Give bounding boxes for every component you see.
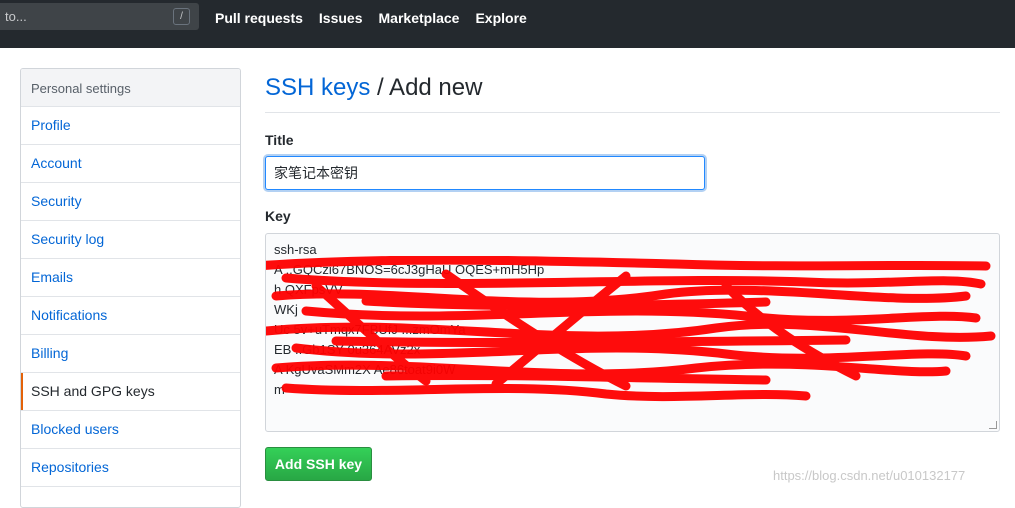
key-textarea[interactable]: ssh-rsa A ..GQCzi67BNOS=6cJ3gHaU OQES+mH… (265, 233, 1000, 432)
sidebar-item-security[interactable]: Security (21, 183, 240, 221)
sidebar-item-account[interactable]: Account (21, 145, 240, 183)
key-label: Key (265, 208, 291, 224)
resize-handle[interactable] (989, 421, 997, 429)
title-label: Title (265, 132, 294, 148)
search-input[interactable]: to... / (0, 3, 199, 30)
settings-sidebar: Personal settings Profile Account Securi… (20, 68, 241, 508)
nav-pull-requests[interactable]: Pull requests (215, 9, 303, 27)
sidebar-item-profile[interactable]: Profile (21, 107, 240, 145)
sidebar-item-blocked-users[interactable]: Blocked users (21, 411, 240, 449)
page-title: SSH keys / Add new (265, 68, 1000, 113)
nav-explore[interactable]: Explore (475, 9, 526, 27)
nav-marketplace[interactable]: Marketplace (379, 9, 460, 27)
title-field[interactable] (265, 156, 705, 190)
sidebar-item-notifications[interactable]: Notifications (21, 297, 240, 335)
nav-issues[interactable]: Issues (319, 9, 363, 27)
search-shortcut-key: / (173, 8, 190, 25)
sidebar-item-emails[interactable]: Emails (21, 259, 240, 297)
sidebar-item-billing[interactable]: Billing (21, 335, 240, 373)
sidebar-item-security-log[interactable]: Security log (21, 221, 240, 259)
redaction-scribble (266, 256, 996, 402)
ssh-keys-breadcrumb-link[interactable]: SSH keys (265, 74, 370, 101)
sidebar-item-ssh-gpg-keys[interactable]: SSH and GPG keys (21, 373, 240, 411)
main-content: SSH keys / Add new Title Key ssh-rsa A .… (265, 68, 1000, 481)
watermark: https://blog.csdn.net/u010132177 (773, 468, 966, 483)
add-ssh-key-button[interactable]: Add SSH key (265, 447, 372, 481)
sidebar-item-repositories[interactable]: Repositories (21, 449, 240, 487)
search-placeholder: to... (5, 9, 27, 24)
top-header: to... / Pull requests Issues Marketplace… (0, 0, 1015, 48)
sidebar-heading: Personal settings (21, 69, 240, 107)
page-title-rest: / Add new (370, 74, 483, 101)
header-nav: Pull requests Issues Marketplace Explore (215, 9, 543, 27)
